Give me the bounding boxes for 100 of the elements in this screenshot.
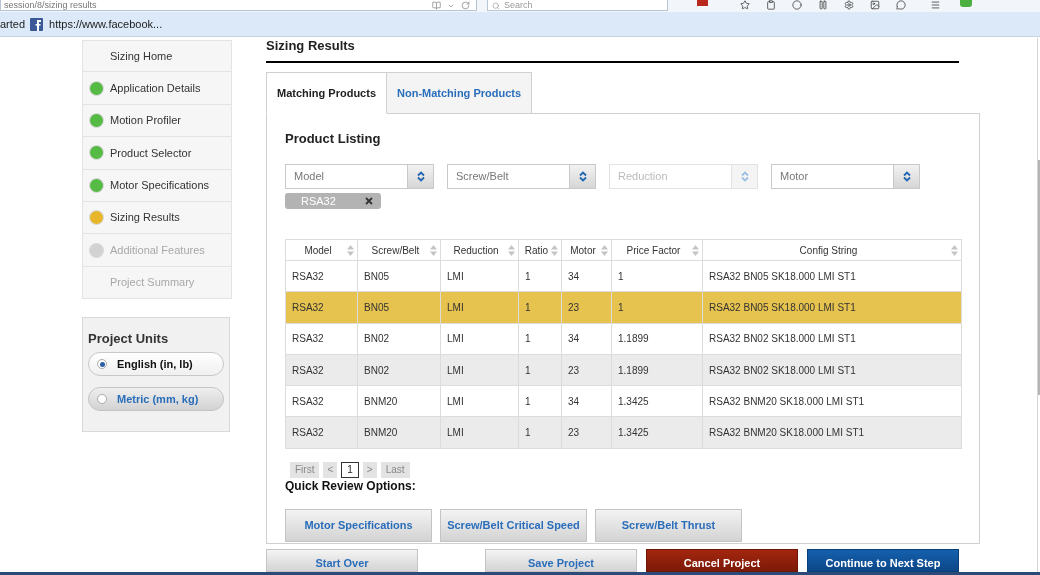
- bookmark-link[interactable]: arted: [0, 15, 26, 33]
- radio-icon: [97, 359, 107, 370]
- filter-select[interactable]: Screw/Belt: [447, 164, 596, 189]
- page-number-button[interactable]: 1: [341, 461, 359, 478]
- action-button[interactable]: Continue to Next Step: [807, 549, 959, 572]
- table-cell: LMI: [440, 323, 519, 355]
- reader-icon[interactable]: [432, 1, 441, 10]
- table-cell: 1.1899: [611, 354, 703, 386]
- table-cell: BN05: [357, 260, 441, 292]
- nav-item[interactable]: Sizing Results: [82, 201, 232, 235]
- column-header[interactable]: Motor: [561, 239, 612, 261]
- favicon-icon: [30, 17, 44, 31]
- up-down-chevron-icon: [740, 171, 749, 182]
- pause-icon[interactable]: [818, 0, 828, 10]
- table-cell: 23: [561, 417, 612, 449]
- table-cell: RSA32: [285, 417, 358, 449]
- review-button[interactable]: Screw/Belt Thrust: [595, 508, 742, 542]
- sort-icon[interactable]: [601, 244, 608, 256]
- section-title: Quick Review Options:: [285, 478, 416, 493]
- table-row[interactable]: RSA32 BN02 LMI 1 34 1.1899 RSA32 BN02 SK18.000 LMI ST1: [285, 323, 962, 355]
- review-button[interactable]: Screw/Belt Critical Speed: [440, 508, 587, 542]
- nav-item[interactable]: Application Details: [82, 72, 232, 105]
- table-cell: RSA32 BNM20 SK18.000 LMI ST1: [702, 417, 962, 449]
- sort-icon[interactable]: [692, 244, 699, 256]
- table-row[interactable]: RSA32 BNM20 LMI 1 23 1.3425 RSA32 BNM20 SK18.000 LMI ST1: [285, 417, 962, 449]
- nav-item[interactable]: Product Selector: [82, 137, 232, 170]
- table-cell: LMI: [440, 385, 519, 417]
- table-cell: LMI: [440, 417, 519, 449]
- table-row[interactable]: RSA32 BN05 LMI 1 23 1 RSA32 BN05 SK18.000 LMI ST1: [285, 291, 962, 324]
- column-header[interactable]: Config String: [702, 239, 962, 261]
- table-cell: 1: [611, 260, 703, 292]
- filter-select[interactable]: Model: [285, 164, 434, 189]
- menu-icon[interactable]: [930, 0, 941, 10]
- nav-item[interactable]: Motion Profiler: [82, 104, 232, 138]
- tab[interactable]: Matching Products: [266, 72, 387, 114]
- table-cell: 1: [518, 385, 562, 417]
- table-cell: 34: [561, 385, 612, 417]
- image-icon[interactable]: [870, 0, 880, 10]
- settings-icon[interactable]: [844, 0, 854, 10]
- column-header[interactable]: Model: [285, 239, 358, 261]
- table-cell: RSA32 BN02 SK18.000 LMI ST1: [702, 354, 962, 386]
- table-cell: RSA32 BN02 SK18.000 LMI ST1: [702, 323, 962, 355]
- bookmark-star-icon[interactable]: [740, 0, 750, 10]
- sort-icon[interactable]: [551, 244, 558, 256]
- section-title: Product Listing: [285, 130, 381, 148]
- filter-select[interactable]: Motor: [771, 164, 920, 189]
- table-cell: RSA32: [285, 291, 358, 324]
- table-row[interactable]: RSA32 BNM20 LMI 1 34 1.3425 RSA32 BNM20 SK18.000 LMI ST1: [285, 385, 962, 417]
- chat-bubble-icon[interactable]: [896, 0, 906, 10]
- table-cell: 1: [518, 354, 562, 386]
- search-icon: [492, 2, 500, 10]
- table-cell: 34: [561, 260, 612, 292]
- table-row[interactable]: RSA32 BN05 LMI 1 34 1 RSA32 BN05 SK18.000 LMI ST1: [285, 260, 962, 292]
- table-cell: 1.3425: [611, 385, 703, 417]
- review-button[interactable]: Motor Specifications: [285, 508, 432, 542]
- up-down-chevron-icon: [578, 171, 587, 182]
- circle-icon[interactable]: [792, 0, 802, 10]
- bookmark-link[interactable]: https://www.facebook...: [49, 15, 163, 33]
- table-cell: 1: [518, 260, 562, 292]
- scrollbar-thumb[interactable]: [1038, 160, 1040, 395]
- column-header[interactable]: Price Factor: [611, 239, 703, 261]
- table-cell: RSA32: [285, 260, 358, 292]
- table-cell: 34: [561, 323, 612, 355]
- table-row[interactable]: RSA32 BN02 LMI 1 23 1.1899 RSA32 BN02 SK18.000 LMI ST1: [285, 354, 962, 386]
- table-cell: LMI: [440, 291, 519, 324]
- table-cell: BN02: [357, 323, 441, 355]
- nav-item[interactable]: Motor Specifications: [82, 169, 232, 202]
- table-cell: RSA32 BN05 SK18.000 LMI ST1: [702, 260, 962, 292]
- tab[interactable]: Non-Matching Products: [387, 72, 533, 114]
- table-cell: 1.3425: [611, 417, 703, 449]
- column-header[interactable]: Reduction: [440, 239, 519, 261]
- close-icon[interactable]: [365, 197, 373, 205]
- table-cell: LMI: [440, 260, 519, 292]
- table-cell: BN02: [357, 354, 441, 386]
- column-header[interactable]: Screw/Belt: [357, 239, 441, 261]
- nav-item[interactable]: Sizing Home: [82, 40, 232, 73]
- sort-icon[interactable]: [508, 244, 515, 256]
- sort-icon[interactable]: [430, 244, 437, 256]
- dropdown-icon[interactable]: [447, 2, 455, 10]
- clipboard-icon[interactable]: [766, 0, 776, 10]
- column-header[interactable]: Ratio: [518, 239, 562, 261]
- table-cell: 1: [611, 291, 703, 324]
- unit-radio-option[interactable]: English (in, lb): [88, 352, 224, 377]
- table-cell: RSA32: [285, 354, 358, 386]
- unit-radio-option[interactable]: Metric (mm, kg): [88, 387, 224, 412]
- reload-icon[interactable]: [461, 1, 470, 10]
- up-down-chevron-icon: [902, 171, 911, 182]
- table-cell: BN05: [357, 291, 441, 324]
- sort-icon[interactable]: [347, 244, 354, 256]
- up-down-chevron-icon: [416, 171, 425, 182]
- action-button[interactable]: Cancel Project: [646, 549, 798, 572]
- panel-title: Project Units: [88, 331, 169, 348]
- address-field[interactable]: session/8/sizing results: [0, 0, 477, 11]
- rounded-square-icon[interactable]: [960, 0, 972, 7]
- sort-icon[interactable]: [951, 244, 958, 256]
- action-button[interactable]: Start Over: [266, 549, 418, 572]
- action-button[interactable]: Save Project: [485, 549, 637, 572]
- table-cell: LMI: [440, 354, 519, 386]
- table-cell: BNM20: [357, 385, 441, 417]
- scrollbar-track[interactable]: [1037, 38, 1040, 572]
